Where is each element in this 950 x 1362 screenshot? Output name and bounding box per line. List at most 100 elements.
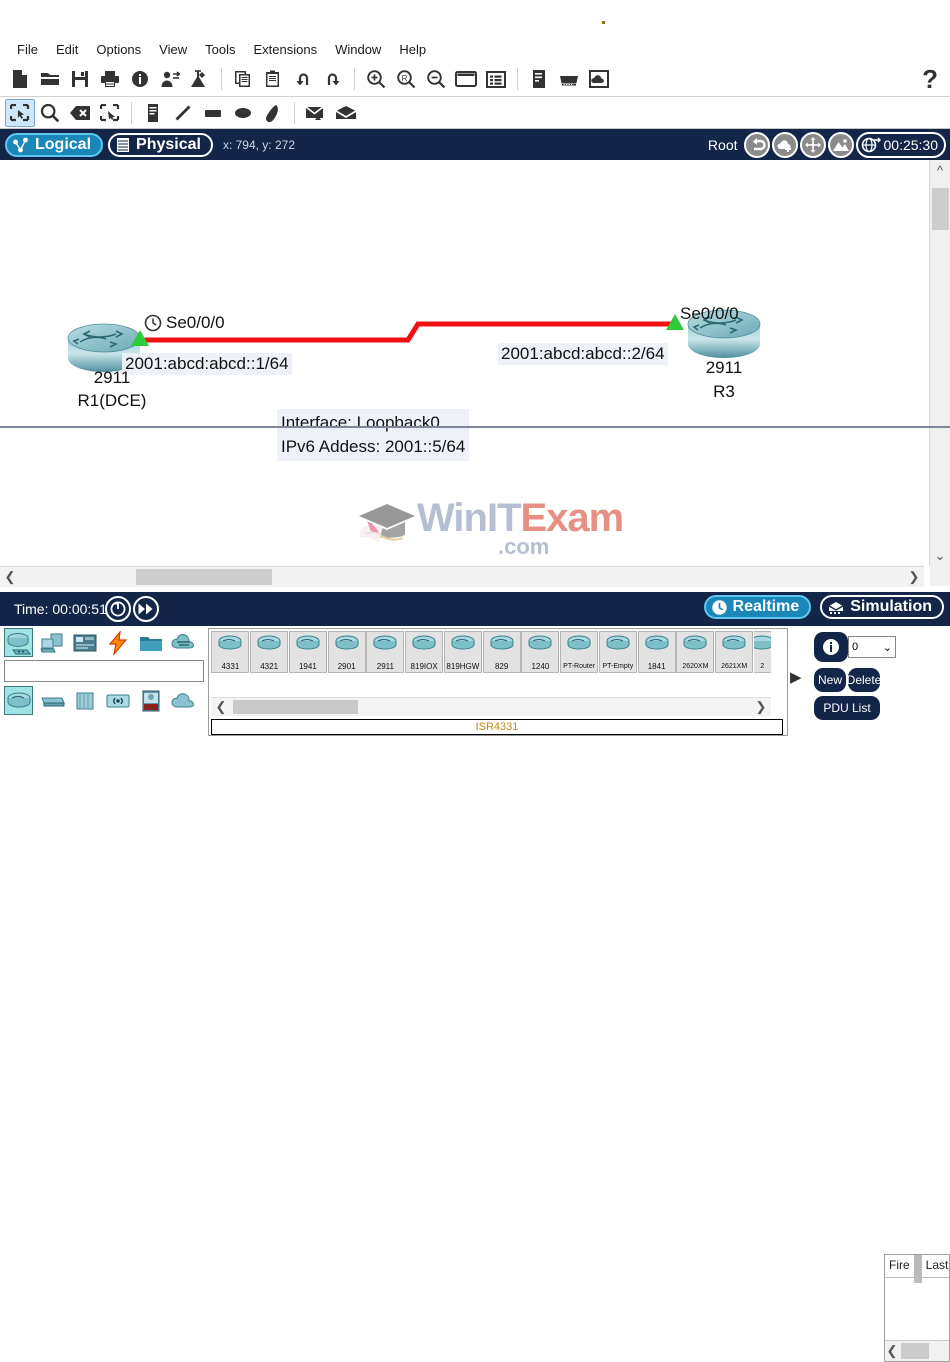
resize-shape-icon[interactable] [95, 99, 125, 127]
back-icon[interactable] [743, 131, 770, 158]
pdu-column-last[interactable]: Last [922, 1255, 949, 1277]
device-item[interactable]: 2621XM [715, 631, 754, 675]
undo-icon[interactable] [288, 65, 318, 93]
help-icon[interactable]: ? [922, 64, 938, 94]
draw-ellipse-icon[interactable] [228, 99, 258, 127]
device-item[interactable]: 819IOX [405, 631, 444, 675]
menu-help[interactable]: Help [390, 40, 435, 59]
routers-icon[interactable] [4, 686, 33, 715]
set-background-icon[interactable] [827, 131, 854, 158]
draw-rectangle-icon[interactable] [198, 99, 228, 127]
connections-icon[interactable] [103, 628, 132, 657]
viewport-time[interactable]: 00:25:30 [855, 131, 946, 158]
power-cycle-icon[interactable] [104, 596, 131, 622]
device-item[interactable]: 2 [753, 631, 771, 675]
device-item[interactable]: 2620XM [676, 631, 715, 675]
copy-icon[interactable] [228, 65, 258, 93]
device-item[interactable]: PT-Empty [598, 631, 638, 675]
device-item[interactable]: 4331 [211, 631, 250, 675]
device-item[interactable]: 2901 [327, 631, 366, 675]
canvas-vertical-scrollbar[interactable]: ^ ⌄ [929, 160, 950, 566]
end-devices-icon[interactable] [37, 628, 66, 657]
switches-icon[interactable] [37, 686, 66, 715]
pdu-scroll-left-icon[interactable]: ❮ [885, 1342, 899, 1360]
realtime-mode-button[interactable]: Realtime [703, 595, 812, 619]
paste-icon[interactable] [258, 65, 288, 93]
pdu-info-toggle[interactable] [814, 632, 848, 662]
menu-file[interactable]: File [8, 40, 47, 59]
device-scroll-right-icon[interactable]: ❯ [751, 698, 771, 716]
network-lab-icon[interactable] [185, 65, 215, 93]
menu-options[interactable]: Options [87, 40, 150, 59]
pdu-column-fire[interactable]: Fire [885, 1255, 914, 1277]
wan-emulation-icon[interactable] [136, 686, 165, 715]
canvas-horizontal-scrollbar[interactable]: ❮ ❯ [0, 566, 924, 587]
multiuser-connection-icon[interactable] [169, 628, 198, 657]
add-complex-pdu-icon[interactable] [331, 99, 361, 127]
fast-forward-icon[interactable] [132, 596, 159, 622]
custom-devices-icon[interactable] [481, 65, 511, 93]
menu-edit[interactable]: Edit [47, 40, 87, 59]
tab-logical[interactable]: Logical [5, 132, 104, 157]
miscellaneous-icon[interactable] [136, 628, 165, 657]
device-search-input[interactable] [4, 660, 204, 682]
cloud-device-icon[interactable] [584, 65, 614, 93]
pdu-play-icon[interactable]: ▶ [790, 668, 802, 686]
device-item[interactable]: 1841 [637, 631, 676, 675]
zoom-in-icon[interactable] [361, 65, 391, 93]
new-pdu-button[interactable]: New [814, 668, 846, 692]
device-item[interactable]: 1941 [288, 631, 328, 675]
palette-window-icon[interactable] [451, 65, 481, 93]
redo-icon[interactable] [318, 65, 348, 93]
vertical-scroll-thumb[interactable] [932, 188, 949, 230]
scroll-down-icon[interactable]: ⌄ [930, 546, 950, 566]
device-scroll-left-icon[interactable]: ❮ [211, 698, 231, 716]
pdu-table-scrollbar[interactable]: ❮ [885, 1340, 949, 1361]
draw-freeform-icon[interactable] [258, 99, 288, 127]
note-icon[interactable] [138, 99, 168, 127]
device-item[interactable]: 2911 [366, 631, 405, 675]
scenario-select[interactable]: 0 ⌄ [848, 636, 896, 658]
move-object-icon[interactable] [799, 131, 826, 158]
horizontal-scroll-thumb[interactable] [136, 569, 272, 585]
device-item[interactable]: 819HGW [443, 631, 483, 675]
network-device-icon[interactable] [554, 65, 584, 93]
menu-tools[interactable]: Tools [196, 40, 244, 59]
open-folder-icon[interactable] [35, 65, 65, 93]
inspect-icon[interactable] [35, 99, 65, 127]
menu-view[interactable]: View [150, 40, 196, 59]
device-scroll-thumb[interactable] [233, 700, 358, 714]
activity-wizard-icon[interactable] [155, 65, 185, 93]
loopback-note[interactable]: Interface: Loopback0 IPv6 Addess: 2001::… [277, 409, 470, 461]
draw-line-icon[interactable] [168, 99, 198, 127]
simulation-mode-button[interactable]: Simulation [820, 595, 944, 619]
wireless-devices-icon[interactable] [103, 686, 132, 715]
logical-canvas[interactable]: Se0/0/0 2001:abcd:abcd::1/64 2911 R1(DCE… [0, 160, 924, 566]
scroll-left-icon[interactable]: ❮ [0, 567, 20, 587]
scroll-right-icon[interactable]: ❯ [904, 567, 924, 587]
delete-pdu-button[interactable]: Delete [848, 668, 880, 692]
zoom-out-icon[interactable] [421, 65, 451, 93]
device-item[interactable]: 1240 [521, 631, 560, 675]
pdu-list-button[interactable]: PDU List [814, 696, 880, 720]
hubs-icon[interactable] [70, 686, 99, 715]
add-simple-pdu-icon[interactable] [301, 99, 331, 127]
zoom-reset-icon[interactable]: R [391, 65, 421, 93]
delete-icon[interactable] [65, 99, 95, 127]
menu-extensions[interactable]: Extensions [244, 40, 326, 59]
new-file-icon[interactable] [5, 65, 35, 93]
new-cluster-icon[interactable] [771, 131, 798, 158]
scroll-up-icon[interactable]: ^ [930, 160, 950, 180]
info-icon[interactable] [125, 65, 155, 93]
save-icon[interactable] [65, 65, 95, 93]
cloud-icon[interactable] [169, 686, 198, 715]
device-list-scrollbar[interactable]: ❮ ❯ [211, 697, 771, 716]
menu-window[interactable]: Window [326, 40, 390, 59]
device-item[interactable]: PT-Router [560, 631, 599, 675]
network-devices-icon[interactable] [4, 628, 33, 657]
tab-physical[interactable]: Physical [108, 132, 213, 157]
pdu-scroll-thumb[interactable] [901, 1343, 929, 1359]
select-icon[interactable] [5, 98, 35, 127]
components-icon[interactable] [70, 628, 99, 657]
device-item[interactable]: 4321 [250, 631, 289, 675]
